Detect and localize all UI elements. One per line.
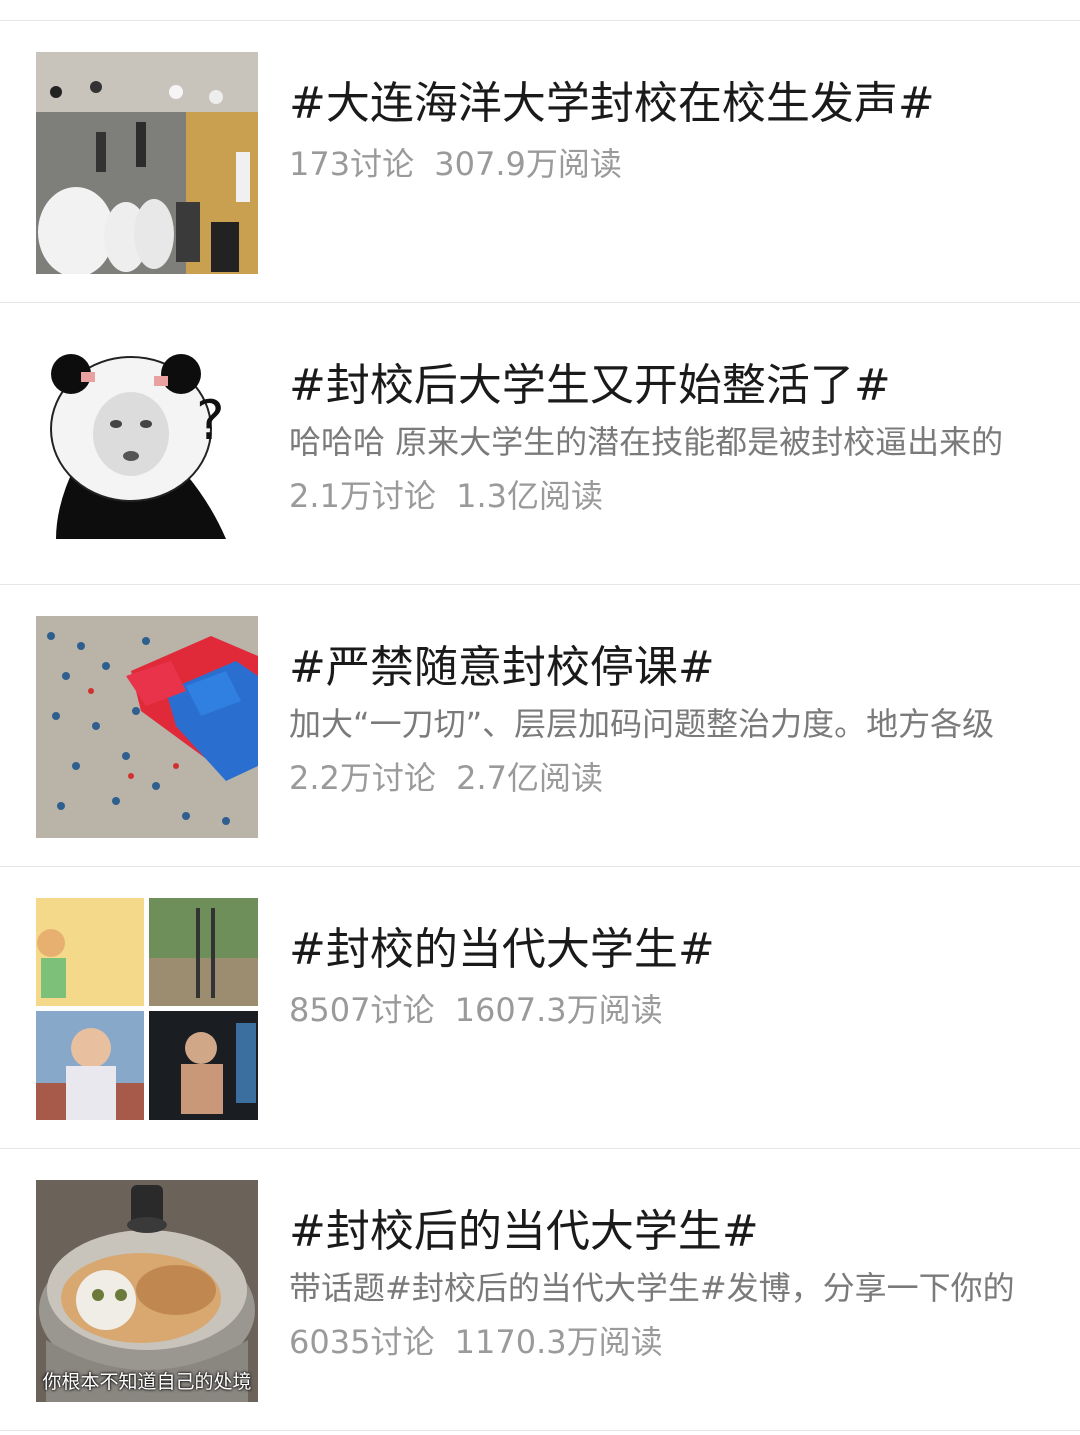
topic-list: #大连海洋大学封校在校生发声# 173讨论 307.9万阅读 ? #封校后大学生… <box>0 21 1080 1431</box>
topic-thumbnail: 你根本不知道自己的处境 <box>36 1180 258 1402</box>
topic-title[interactable]: #封校后的当代大学生# <box>289 1204 1056 1260</box>
thumbnail-caption: 你根本不知道自己的处境 <box>42 1371 252 1393</box>
topic-stats: 2.2万讨论 2.7亿阅读 <box>289 756 1056 800</box>
read-count: 1.3亿阅读 <box>456 477 603 515</box>
topic-stats: 6035讨论 1170.3万阅读 <box>289 1320 1056 1364</box>
topic-description: 带话题#封校后的当代大学生#发博，分享一下你的 <box>289 1269 1015 1307</box>
topic-stats: 173讨论 307.9万阅读 <box>289 142 1056 186</box>
topic-stats: 2.1万讨论 1.3亿阅读 <box>289 474 1056 518</box>
discussion-count: 2.2万讨论 <box>289 759 436 797</box>
topic-description: 哈哈哈 原来大学生的潜在技能都是被封校逼出来的 <box>289 423 1004 461</box>
discussion-count: 6035讨论 <box>289 1323 435 1361</box>
topic-title[interactable]: #封校后大学生又开始整活了# <box>289 358 1056 414</box>
topic-thumbnail <box>36 52 258 274</box>
topic-item[interactable]: #严禁随意封校停课# 加大“一刀切”、层层加码问题整治力度。地方各级 2.2万讨… <box>0 585 1080 867</box>
topic-title[interactable]: #大连海洋大学封校在校生发声# <box>289 76 1056 132</box>
thumbnail-image <box>36 52 258 274</box>
read-count: 1607.3万阅读 <box>454 991 663 1029</box>
discussion-count: 173讨论 <box>289 145 415 183</box>
thumbnail-image <box>36 616 258 838</box>
topic-title[interactable]: #严禁随意封校停课# <box>289 640 1056 696</box>
panda-meme-image: ? <box>36 334 258 556</box>
collage-image <box>36 898 258 1120</box>
discussion-count: 8507讨论 <box>289 991 435 1029</box>
topic-item[interactable]: #大连海洋大学封校在校生发声# 173讨论 307.9万阅读 <box>0 21 1080 303</box>
topic-item[interactable]: #封校的当代大学生# 8507讨论 1607.3万阅读 <box>0 867 1080 1149</box>
topic-item[interactable]: 你根本不知道自己的处境 #封校后的当代大学生# 带话题#封校后的当代大学生#发博… <box>0 1149 1080 1431</box>
read-count: 307.9万阅读 <box>434 145 622 183</box>
svg-text:?: ? <box>196 389 225 452</box>
topic-title[interactable]: #封校的当代大学生# <box>289 922 1056 978</box>
read-count: 2.7亿阅读 <box>456 759 603 797</box>
topic-thumbnail: ? <box>36 334 258 556</box>
topic-item[interactable]: ? #封校后大学生又开始整活了# 哈哈哈 原来大学生的潜在技能都是被封校逼出来的… <box>0 303 1080 585</box>
topic-thumbnail <box>36 898 258 1120</box>
discussion-count: 2.1万讨论 <box>289 477 436 515</box>
topic-stats: 8507讨论 1607.3万阅读 <box>289 988 1056 1032</box>
topic-thumbnail <box>36 616 258 838</box>
topic-description: 加大“一刀切”、层层加码问题整治力度。地方各级 <box>289 705 995 743</box>
read-count: 1170.3万阅读 <box>454 1323 663 1361</box>
